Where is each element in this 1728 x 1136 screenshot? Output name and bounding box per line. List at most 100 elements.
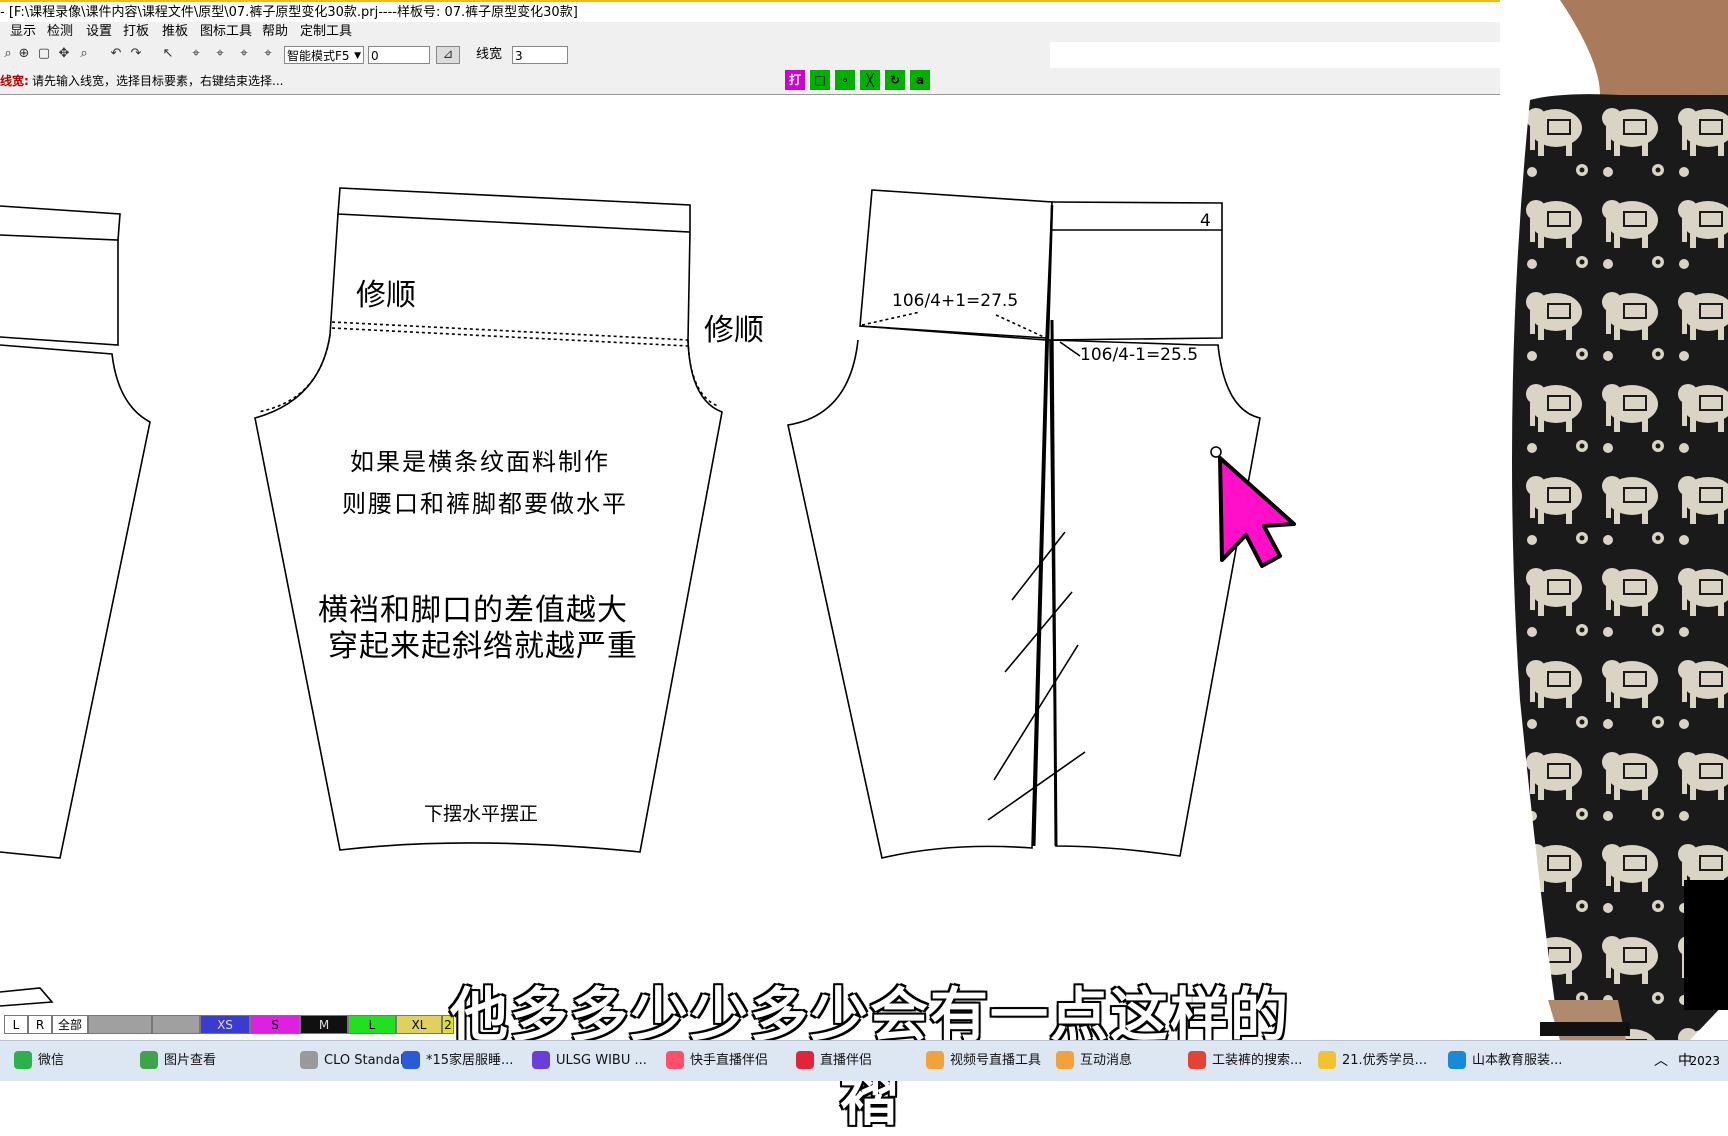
right-piece-back-waistband xyxy=(859,189,1053,341)
app-icon xyxy=(300,1050,318,1069)
measure-icon[interactable]: ⊿ xyxy=(436,46,460,64)
taskbar: 微信 图片查看 CLO Standal... *15家居服睡... ULSG WIBU … xyxy=(0,1040,1728,1081)
taskbar-item[interactable]: 工装裤的搜索... xyxy=(1188,1041,1302,1081)
size-cell[interactable] xyxy=(152,1015,200,1034)
toolbar: ⌕ ⊕ ▢ ✥ ⌕ ↶ ↷ ↖ ⌖ ⌖ ⌖ ⌖ 智能模式F5 ▼ 0 ⊿ 线宽 3 xyxy=(0,42,1050,69)
size-cell[interactable]: 全部 xyxy=(52,1015,88,1034)
size-cell[interactable]: S xyxy=(250,1015,300,1034)
taskbar-item[interactable]: 21.优秀学员... xyxy=(1318,1041,1427,1081)
size-cell[interactable] xyxy=(88,1015,152,1034)
snap-button[interactable]: a xyxy=(910,70,930,90)
mouse-cursor-icon xyxy=(1210,446,1296,568)
snap-button[interactable]: ↻ xyxy=(885,70,905,90)
menu-item-grading[interactable]: 推板 xyxy=(162,22,188,42)
right-piece-formula-line1 xyxy=(861,311,921,326)
app-icon xyxy=(1448,1050,1466,1069)
taskbar-item[interactable]: 图片查看 xyxy=(140,1041,216,1081)
app-icon xyxy=(14,1050,32,1069)
linewidth-input-text: 3 xyxy=(515,49,523,63)
middle-piece-body xyxy=(254,213,723,853)
linewidth-input[interactable]: 3 xyxy=(512,46,568,64)
taskbar-item[interactable]: 视频号直播工具 xyxy=(926,1041,1041,1081)
middle-piece-waistband xyxy=(337,187,691,233)
zoom-area-icon[interactable]: ⌕ xyxy=(76,46,92,62)
menu-item-pattern[interactable]: 打板 xyxy=(123,22,149,42)
adjust-point-icon[interactable]: ⌖ xyxy=(188,46,204,62)
hem-note: 下摆水平摆正 xyxy=(424,803,538,825)
xiushun-right-label: 修顺 xyxy=(704,313,764,348)
right-piece-back-body xyxy=(787,325,1047,859)
redo-icon[interactable]: ↷ xyxy=(128,46,144,62)
taskbar-item[interactable]: 山本教育服装... xyxy=(1448,1041,1562,1081)
value-input-text: 0 xyxy=(371,49,379,63)
snap-button[interactable]: ╳ xyxy=(860,70,880,90)
magnifier-icon[interactable]: ⌕ xyxy=(0,46,16,62)
taskbar-item-label: ULSG WIBU ... xyxy=(556,1053,647,1068)
menu-item-help[interactable]: 帮助 xyxy=(262,22,288,42)
app-icon xyxy=(1056,1050,1074,1069)
value-input[interactable]: 0 xyxy=(368,46,430,64)
taskbar-item[interactable]: ULSG WIBU ... xyxy=(532,1041,647,1081)
xiushun-left-label: 修顺 xyxy=(356,278,416,313)
taskbar-item[interactable]: *15家居服睡... xyxy=(402,1041,513,1081)
menu-item-custom-tools[interactable]: 定制工具 xyxy=(300,22,352,42)
taskbar-item-label: 视频号直播工具 xyxy=(950,1053,1042,1068)
size-cell[interactable]: R xyxy=(28,1015,52,1034)
pan-icon[interactable]: ✥ xyxy=(56,46,72,62)
app-icon xyxy=(402,1050,420,1069)
taskbar-item-label: 工装裤的搜索... xyxy=(1212,1053,1303,1068)
taskbar-item[interactable]: 快手直播伴侣 xyxy=(666,1041,768,1081)
pattern-canvas[interactable]: 修顺 修顺 如果是横条纹面料制作 则腰口和裤脚都要做水平 横裆和脚口的差值越大 … xyxy=(0,95,1568,1020)
taskbar-item-label: 微信 xyxy=(38,1053,65,1068)
right-piece-fold-line2 xyxy=(1050,319,1058,847)
mode-select[interactable]: 智能模式F5 ▼ xyxy=(284,46,364,64)
left-piece-body xyxy=(0,344,151,859)
size-cell[interactable]: XS xyxy=(200,1015,250,1034)
taskbar-item-label: *15家居服睡... xyxy=(426,1053,514,1068)
taskbar-item-label: 互动消息 xyxy=(1080,1053,1133,1068)
snap-button[interactable]: 打 xyxy=(785,70,805,90)
select-tool-icon[interactable]: ↖ xyxy=(160,46,176,62)
size-cell[interactable]: M xyxy=(300,1015,348,1034)
taskbar-item[interactable]: 互动消息 xyxy=(1056,1041,1132,1081)
tray-clock: 2023 xyxy=(1689,1054,1720,1068)
size-cell[interactable]: L xyxy=(4,1015,28,1034)
ime-icon[interactable]: 中 xyxy=(1678,1041,1692,1081)
taskbar-item[interactable]: 直播伴侣 xyxy=(796,1041,872,1081)
taskbar-item-label: 图片查看 xyxy=(164,1053,217,1068)
menu-item-check[interactable]: 检测 xyxy=(47,22,73,42)
note1-line2: 则腰口和裤脚都要做水平 xyxy=(342,490,628,518)
taskbar-item[interactable]: CLO Standal... xyxy=(300,1041,416,1081)
status-hint: 请先输入线宽，选择目标要素，右键结束选择... xyxy=(32,74,284,88)
right-piece-arrow-line xyxy=(1059,341,1081,357)
zoom-in-icon[interactable]: ⊕ xyxy=(16,46,32,62)
middle-piece-dotted-waist xyxy=(331,321,689,341)
taskbar-item-label: 21.优秀学员... xyxy=(1342,1053,1428,1068)
window-title: - [F:\课程录像\课件内容\课程文件\原型\07.裤子原型变化30款.prj… xyxy=(0,0,1568,22)
undo-icon[interactable]: ↶ xyxy=(108,46,124,62)
window-title-text: - [F:\课程录像\课件内容\课程文件\原型\07.裤子原型变化30款.prj… xyxy=(0,5,578,20)
adjust-line-icon[interactable]: ⌖ xyxy=(212,46,228,62)
snap-button[interactable]: □ xyxy=(810,70,830,90)
snap-button[interactable]: ∘ xyxy=(835,70,855,90)
chevron-up-icon[interactable]: ︿ xyxy=(1654,1041,1668,1081)
right-piece-front-body xyxy=(1049,339,1261,857)
formula-back: 106/4+1=27.5 xyxy=(892,291,1018,311)
formula-front: 106/4-1=25.5 xyxy=(1080,345,1198,365)
note1-line1: 如果是横条纹面料制作 xyxy=(350,448,610,476)
right-piece-fold-line xyxy=(1032,319,1050,847)
size-cell[interactable]: XL xyxy=(396,1015,442,1034)
note2-line1: 横裆和脚口的差值越大 xyxy=(318,593,628,628)
model-pants-image xyxy=(1500,0,1728,1040)
menu-item-icon-tools[interactable]: 图标工具 xyxy=(200,22,252,42)
chevron-down-icon: ▼ xyxy=(354,51,361,61)
add-point-icon[interactable]: ⌖ xyxy=(236,46,252,62)
fit-window-icon[interactable]: ▢ xyxy=(36,46,52,62)
size-cell[interactable]: L xyxy=(348,1015,396,1034)
status-bar: 线宽: 请先输入线宽，选择目标要素，右键结束选择... xyxy=(0,68,1568,95)
taskbar-item[interactable]: 微信 xyxy=(14,1041,64,1081)
menu-item-view[interactable]: 显示 xyxy=(10,22,36,42)
menu-item-settings[interactable]: 设置 xyxy=(86,22,112,42)
delete-point-icon[interactable]: ⌖ xyxy=(260,46,276,62)
note2-line2: 穿起来起斜绺就越严重 xyxy=(328,629,638,664)
